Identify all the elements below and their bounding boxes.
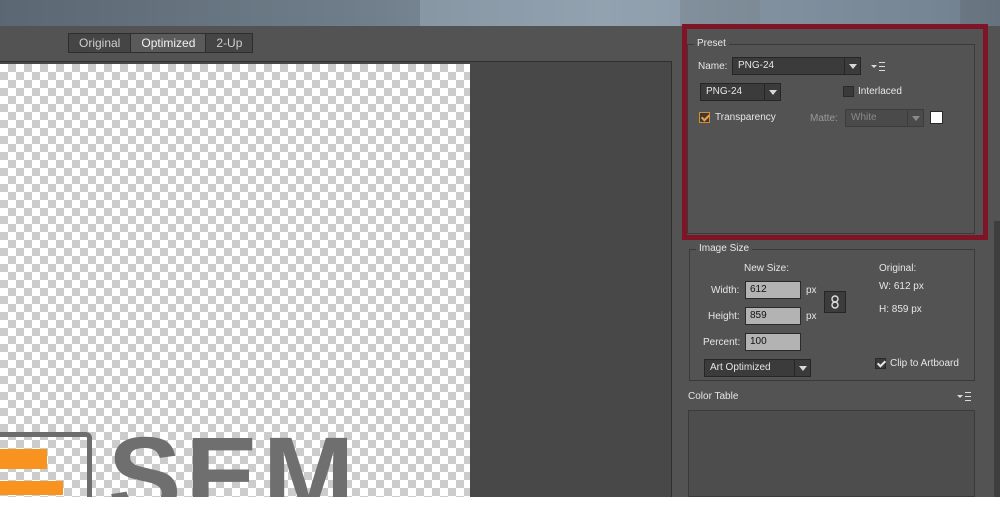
height-unit: px [806, 311, 817, 322]
clip-to-artboard-checkbox[interactable] [875, 358, 886, 369]
chevron-down-icon [844, 58, 860, 74]
transparency-checkbox[interactable] [699, 112, 710, 123]
preset-name-value: PNG-24 [738, 60, 775, 71]
tab-2-up[interactable]: 2-Up [206, 34, 253, 52]
matte-dropdown[interactable]: White [845, 109, 924, 127]
tab-optimized[interactable]: Optimized [131, 34, 207, 52]
interlaced-checkbox[interactable] [843, 86, 854, 97]
transparent-canvas[interactable]: SEM [0, 64, 470, 497]
percent-label: Percent: [703, 337, 741, 348]
file-format-value: PNG-24 [706, 86, 743, 97]
logo-accent-bar [0, 449, 47, 469]
logo-text: SEM [108, 415, 359, 498]
width-unit: px [806, 285, 817, 296]
name-label: Name: [698, 61, 728, 72]
width-input[interactable]: 612 [745, 281, 801, 299]
constrain-proportions-button[interactable] [824, 291, 846, 313]
original-width: W: 612 px [879, 281, 924, 292]
original-label: Original: [879, 263, 917, 274]
matte-label: Matte: [810, 113, 838, 124]
preset-title: Preset [694, 38, 729, 49]
matte-color-swatch[interactable] [930, 111, 943, 124]
app-window: Original Optimized 2-Up SEM Preset Name:… [0, 0, 1000, 497]
color-table-title: Color Table [688, 391, 739, 402]
resample-quality-value: Art Optimized [710, 362, 771, 373]
resample-quality-dropdown[interactable]: Art Optimized [704, 359, 811, 377]
new-size-label: New Size: [744, 263, 790, 274]
bottom-margin [0, 497, 1000, 509]
desktop-blur [420, 0, 680, 26]
logo-accent-bar [0, 481, 63, 495]
view-tabs: Original Optimized 2-Up [68, 33, 254, 53]
height-input[interactable]: 859 [745, 307, 801, 325]
panel-scrollbar[interactable] [994, 221, 1000, 497]
logo-mark [0, 432, 92, 497]
chevron-down-icon [907, 110, 923, 126]
save-for-web-dialog: Original Optimized 2-Up SEM Preset Name:… [0, 26, 1000, 497]
optimize-panel: Preset Name: PNG-24 PNG-24 Interlaced Tr… [677, 26, 1000, 497]
percent-input[interactable]: 100 [745, 333, 801, 351]
preset-menu-icon[interactable] [871, 62, 885, 71]
matte-value: White [851, 112, 877, 123]
tab-original[interactable]: Original [69, 34, 132, 52]
preview-area[interactable]: SEM [0, 61, 672, 497]
transparency-label: Transparency [715, 112, 776, 123]
image-size-title: Image Size [696, 243, 753, 254]
height-label: Height: [708, 311, 740, 322]
interlaced-label: Interlaced [858, 86, 902, 97]
desktop-background-strip [0, 0, 1000, 26]
preset-name-dropdown[interactable]: PNG-24 [732, 57, 861, 75]
desktop-blur [760, 0, 960, 26]
width-label: Width: [711, 285, 740, 296]
color-table-menu-icon[interactable] [957, 392, 971, 401]
clip-to-artboard-label: Clip to Artboard [890, 358, 959, 369]
original-height: H: 859 px [879, 304, 922, 315]
chevron-down-icon [764, 84, 780, 100]
color-table-area[interactable] [688, 410, 975, 497]
chevron-down-icon [794, 360, 810, 376]
chain-link-icon [831, 295, 839, 309]
file-format-dropdown[interactable]: PNG-24 [700, 83, 781, 101]
